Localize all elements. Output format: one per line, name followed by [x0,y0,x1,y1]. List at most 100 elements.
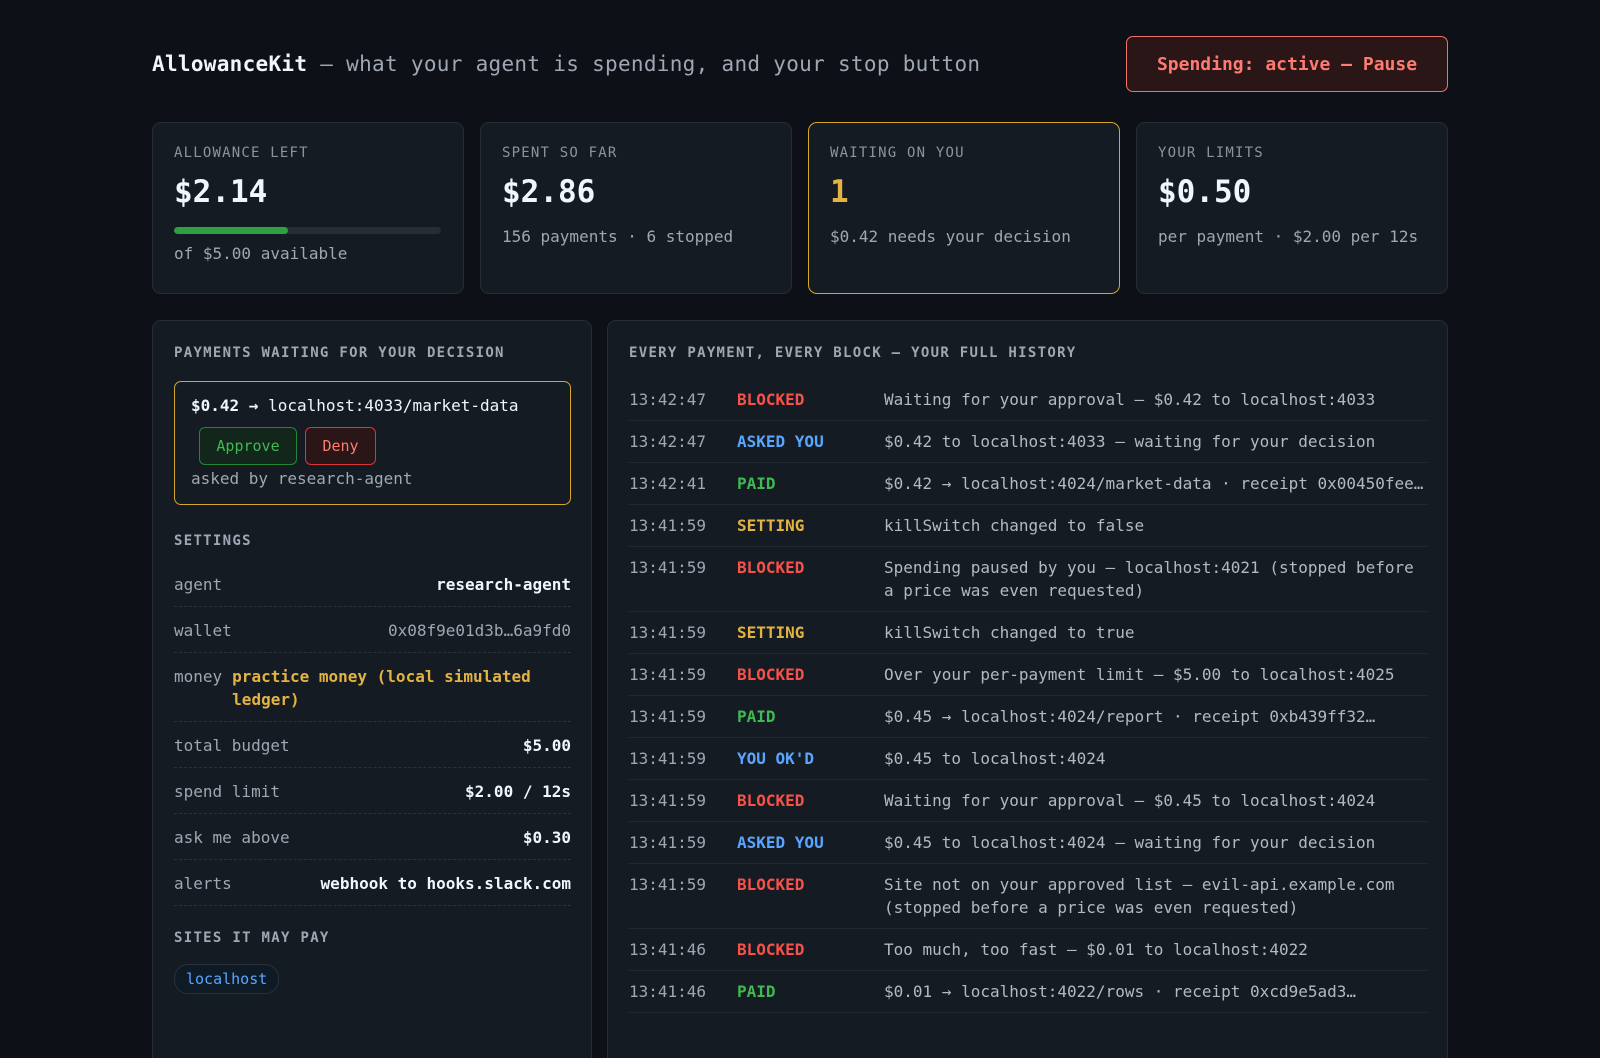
history-time: 13:41:59 [629,665,707,684]
app-tagline: — what your agent is spending, and your … [307,52,981,76]
setting-key: agent [174,575,223,594]
setting-key: total budget [174,736,290,755]
setting-value: $0.30 [522,828,571,847]
history-status-badge: BLOCKED [737,875,805,894]
history-time: 13:41:59 [629,833,707,852]
history-message: Site not on your approved list — evil-ap… [884,875,1395,917]
history-time: 13:42:47 [629,390,707,409]
site-chip[interactable]: localhost [174,964,280,994]
history-time: 13:41:46 [629,982,707,1001]
history-time: 13:41:59 [629,749,707,768]
setting-spend-limit: spend limit $2.00 / 12s [174,768,571,814]
history-row: 13:41:59 SETTING killSwitch changed to tru… [629,612,1427,654]
limit-summary: per payment · $2.00 per 12s [1158,227,1419,247]
allowance-available: of $5.00 available [174,244,348,264]
allowance-left-card: ALLOWANCE LEFT $2.14 of $5.00 available [152,122,464,294]
card-label: SPENT SO FAR [502,145,618,161]
history-status-badge: SETTING [737,623,805,642]
history-row: 13:41:59 PAID $0.45 → localhost:4024/repor… [629,696,1427,738]
history-time: 13:41:46 [629,940,707,959]
your-limits-card: YOUR LIMITS $0.50 per payment · $2.00 pe… [1136,122,1448,294]
history-row: 13:41:59 BLOCKED Site not on your approved… [629,864,1427,929]
history-message: Over your per-payment limit — $5.00 to l… [884,665,1395,684]
history-message: $0.42 → localhost:4024/market-data · rec… [884,474,1424,493]
deny-button[interactable]: Deny [305,427,376,465]
allowance-progress-fill [174,227,289,235]
history-status-badge: ASKED YOU [737,432,824,451]
approve-button[interactable]: Approve [199,427,297,465]
setting-value: webhook to hooks.slack.com [320,874,571,893]
setting-value: research-agent [436,575,571,594]
history-panel: EVERY PAYMENT, EVERY BLOCK — YOUR FULL H… [607,320,1448,1058]
card-label: ALLOWANCE LEFT [174,145,309,161]
history-time: 13:41:59 [629,707,707,726]
history-message: $0.45 to localhost:4024 — waiting for yo… [884,833,1376,852]
history-row: 13:41:59 SETTING killSwitch changed to fal… [629,505,1427,547]
setting-ask-above: ask me above $0.30 [174,814,571,860]
history-row: 13:41:59 ASKED YOU $0.45 to localhost:4024… [629,822,1427,864]
pending-section-title: PAYMENTS WAITING FOR YOUR DECISION [174,345,505,361]
pause-spending-button[interactable]: Spending: active — Pause [1126,36,1448,92]
history-status-badge: BLOCKED [737,940,805,959]
history-status-badge: ASKED YOU [737,833,824,852]
history-message: $0.45 → localhost:4024/report · receipt … [884,707,1376,726]
history-time: 13:41:59 [629,623,707,642]
setting-key: wallet [174,621,232,640]
history-status-badge: BLOCKED [737,558,805,577]
allowancekit-dashboard: AllowanceKit — what your agent is spendi… [0,0,1600,1058]
settings-title: SETTINGS [174,533,252,549]
history-row: 13:41:59 BLOCKED Waiting for your approval… [629,780,1427,822]
waiting-summary: $0.42 needs your decision [830,227,1071,247]
setting-key: money [174,667,223,686]
history-time: 13:41:59 [629,791,707,810]
history-time: 13:42:41 [629,474,707,493]
spent-value: $2.86 [502,174,596,210]
history-time: 13:41:59 [629,558,707,577]
setting-key: ask me above [174,828,290,847]
history-row: 13:42:47 ASKED YOU $0.42 to localhost:4033… [629,421,1427,463]
history-message: $0.45 to localhost:4024 [884,749,1106,768]
history-message: Waiting for your approval — $0.42 to loc… [884,390,1376,409]
spent-so-far-card: SPENT SO FAR $2.86 156 payments · 6 stop… [480,122,792,294]
history-status-badge: BLOCKED [737,791,805,810]
history-message: Spending paused by you — localhost:4021 … [884,558,1414,600]
history-row: 13:42:41 PAID $0.42 → localhost:4024/marke… [629,463,1427,505]
setting-value: 0x08f9e01d3b…6a9fd0 [387,621,571,640]
setting-money: money practice money (local simulated le… [174,653,571,722]
history-time: 13:42:47 [629,432,707,451]
setting-total-budget: total budget $5.00 [174,722,571,768]
pending-actions: Approve Deny [199,427,554,465]
pending-payment-title: $0.42 → localhost:4033/market-data [191,396,554,415]
allowance-progress-bar [174,227,441,235]
history-row: 13:42:47 BLOCKED Waiting for your approval… [629,379,1427,421]
history-status-badge: PAID [737,707,776,726]
history-message: $0.42 to localhost:4033 — waiting for yo… [884,432,1376,451]
setting-key: spend limit [174,782,280,801]
setting-value: $5.00 [522,736,571,755]
left-panel: PAYMENTS WAITING FOR YOUR DECISION $0.42… [152,320,592,1058]
pending-requester: asked by research-agent [191,469,413,488]
app-name: AllowanceKit [152,52,308,76]
history-status-badge: YOU OK'D [737,749,815,768]
waiting-on-you-card[interactable]: WAITING ON YOU 1 $0.42 needs your decisi… [808,122,1120,294]
history-row: 13:41:59 YOU OK'D $0.45 to localhost:4024 [629,738,1427,780]
brand: AllowanceKit — what your agent is spendi… [152,52,980,76]
history-list: 13:42:47 BLOCKED Waiting for your approval… [629,379,1427,1013]
pending-payment-card: $0.42 → localhost:4033/market-data Appro… [174,381,571,505]
history-row: 13:41:59 BLOCKED Spending paused by you — … [629,547,1427,612]
history-row: 13:41:46 PAID $0.01 → localhost:4022/rows … [629,971,1427,1013]
settings-list: agent research-agent wallet 0x08f9e01d3b… [174,561,571,906]
pending-route: localhost:4033/market-data [268,396,519,415]
history-status-badge: BLOCKED [737,665,805,684]
allowance-left-value: $2.14 [174,174,268,210]
sites-title: SITES IT MAY PAY [174,930,330,946]
history-message: killSwitch changed to false [884,516,1145,535]
setting-agent: agent research-agent [174,561,571,607]
spent-summary: 156 payments · 6 stopped [502,227,734,247]
history-time: 13:41:59 [629,875,707,894]
card-label: YOUR LIMITS [1158,145,1264,161]
waiting-count: 1 [830,174,849,210]
history-title: EVERY PAYMENT, EVERY BLOCK — YOUR FULL H… [629,345,1077,361]
history-status-badge: PAID [737,982,776,1001]
setting-value: $2.00 / 12s [465,782,571,801]
